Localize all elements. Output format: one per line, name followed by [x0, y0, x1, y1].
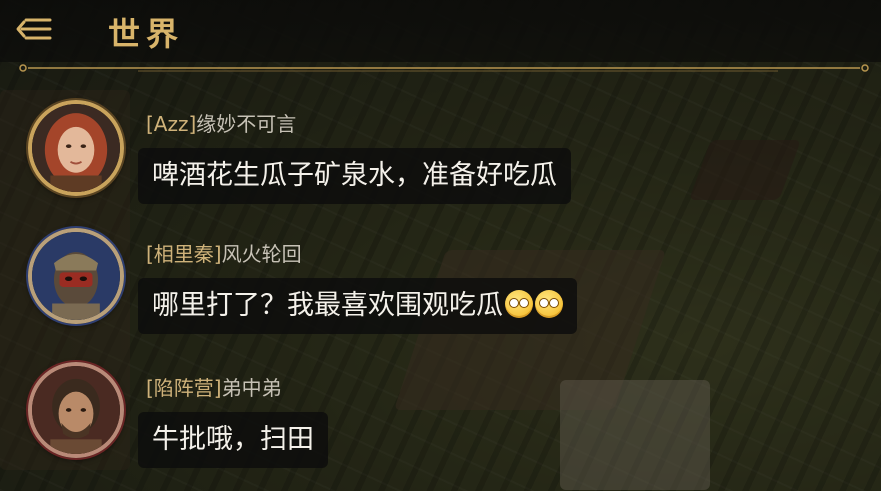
message-bubble[interactable]: 哪里打了？我最喜欢围观吃瓜 [138, 278, 577, 334]
message-text: 牛批哦，扫田 [152, 424, 314, 455]
player-name[interactable]: 风火轮回 [222, 242, 302, 266]
avatar[interactable] [28, 100, 124, 196]
chat-header: 世界 [0, 0, 881, 62]
avatar[interactable] [28, 362, 124, 458]
message-text: 哪里打了？我最喜欢围观吃瓜 [152, 290, 503, 321]
avatar-masked-warrior-icon [32, 232, 120, 320]
back-button[interactable] [10, 10, 56, 50]
alliance-tag: [陷阵营] [146, 376, 222, 400]
message-bubble[interactable]: 啤酒花生瓜子矿泉水，准备好吃瓜 [138, 148, 571, 204]
header-divider [18, 58, 870, 72]
sender-line: [陷阵营]弟中弟 [146, 372, 282, 401]
dim-overlay [0, 0, 881, 491]
avatar[interactable] [28, 228, 124, 324]
avatar-red-haired-woman-icon [32, 104, 120, 192]
smile-emoji-icon [505, 290, 533, 318]
alliance-tag: [相里秦] [146, 242, 222, 266]
page-title: 世界 [108, 15, 185, 53]
smile-emoji-icon [535, 290, 563, 318]
message-text: 啤酒花生瓜子矿泉水，准备好吃瓜 [152, 160, 557, 191]
avatar-bearded-man-icon [32, 366, 120, 454]
message-bubble[interactable]: 牛批哦，扫田 [138, 412, 328, 468]
back-menu-icon [16, 18, 52, 40]
alliance-tag: [Azz] [146, 112, 197, 136]
player-name[interactable]: 缘妙不可言 [196, 112, 296, 136]
sender-line: [Azz]缘妙不可言 [146, 108, 296, 137]
player-name[interactable]: 弟中弟 [222, 376, 282, 400]
sender-line: [相里秦]风火轮回 [146, 238, 302, 267]
